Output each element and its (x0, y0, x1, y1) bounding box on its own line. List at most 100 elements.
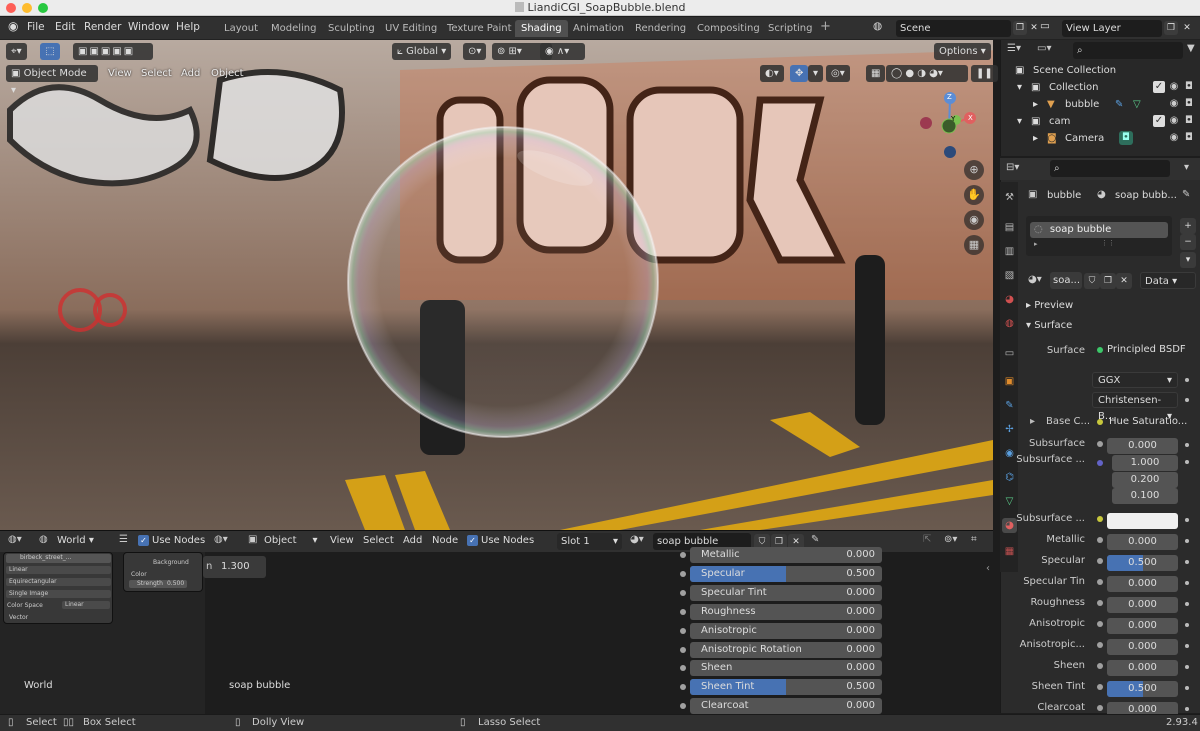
material-browse-icon[interactable]: ◕▾ (1028, 274, 1042, 285)
tab-compositing[interactable]: Compositing (691, 20, 766, 37)
tool-tab-icon[interactable]: ⚒ (1002, 190, 1017, 205)
selection-mode-icons[interactable]: ▣▣▣▣▣ (73, 43, 153, 60)
tab-rendering[interactable]: Rendering (629, 20, 692, 37)
tab-modeling[interactable]: Modeling (265, 20, 323, 37)
outliner-editor-icon[interactable]: ☰▾ (1007, 43, 1021, 54)
node-input-slider[interactable]: Metallic 0.000 (690, 547, 882, 563)
node-input-socket[interactable] (680, 570, 686, 577)
camera-render-icon[interactable]: ◘ (1183, 81, 1195, 93)
keyframe-dot[interactable] (1185, 560, 1189, 564)
expand-arrow-icon[interactable]: ▸ (1033, 96, 1038, 113)
subsurface-color-swatch[interactable] (1107, 513, 1178, 529)
keyframe-dot[interactable] (1185, 665, 1189, 669)
shading-mode-icons[interactable]: ◯ ● ◑ ◕▾ (886, 65, 968, 82)
strength-field[interactable]: Strength 0.500 (129, 580, 187, 588)
data-tab-icon[interactable]: ▽ (1002, 494, 1017, 509)
link-dropdown[interactable]: Data ▾ (1140, 272, 1196, 289)
prop-value-slider[interactable]: 0.000 (1107, 660, 1178, 676)
material-browse-icon[interactable]: ◕▾ (630, 534, 644, 545)
pan-hand-icon[interactable]: ✋ (964, 185, 984, 205)
prop-value-slider[interactable]: 0.500 (1107, 555, 1178, 571)
environment-texture-node[interactable]: birbeck_street_... Linear Equirectangula… (3, 552, 113, 624)
keyframe-dot[interactable] (1185, 398, 1189, 402)
node-overlay-icon[interactable]: ⌗ (971, 534, 977, 545)
delete-scene-icon[interactable]: ✕ (1028, 21, 1040, 35)
copy-view-layer-icon[interactable]: ❐ (1164, 21, 1178, 35)
delete-view-layer-icon[interactable]: ✕ (1181, 21, 1193, 35)
ior-value-field[interactable]: n 1.300 (203, 556, 266, 578)
options-dropdown[interactable]: Options ▾ (934, 43, 991, 60)
zoom-icon[interactable]: ⊕ (964, 160, 984, 180)
image-source-dropdown[interactable]: Single Image (6, 590, 111, 598)
expand-arrow-icon[interactable]: ▸ (1034, 240, 1038, 248)
overlays-icon[interactable]: ◎▾ (826, 65, 850, 82)
outliner-item-camera[interactable]: ▸ ◙ Camera ◘ ◉ ◘ (1001, 130, 1200, 147)
keyframe-dot[interactable] (1185, 518, 1189, 522)
world-editor-type-icon[interactable]: ◍▾ (8, 534, 22, 545)
filter-icon[interactable]: ▼ (1187, 43, 1195, 54)
output-tab-icon[interactable]: ▥ (1002, 244, 1017, 259)
node-input-slider[interactable]: Sheen Tint 0.500 (690, 679, 882, 696)
scene-tab-icon[interactable]: ◕ (1002, 292, 1017, 307)
slot-dropdown[interactable]: Slot 1 ▾ (557, 533, 622, 550)
visibility-icon[interactable]: ◐▾ (760, 65, 784, 82)
modifier-wrench-icon[interactable]: ✎ (1115, 96, 1123, 113)
keyframe-dot[interactable] (1185, 686, 1189, 690)
texture-tab-icon[interactable]: ▦ (1002, 544, 1017, 559)
world-type-dropdown[interactable]: World ▾ (57, 535, 94, 546)
prop-value-slider[interactable]: 0.000 (1107, 597, 1178, 613)
node-input-slider[interactable]: Anisotropic 0.000 (690, 622, 882, 639)
prop-value-slider[interactable]: 0.000 (1107, 438, 1178, 454)
keyframe-dot[interactable] (1185, 623, 1189, 627)
3d-viewport[interactable] (0, 40, 993, 530)
keyframe-dot[interactable] (1185, 707, 1189, 711)
sidebar-toggle-chevron-icon[interactable]: ‹ (986, 563, 990, 574)
gizmo-toggle-icon[interactable]: ✥ (790, 65, 809, 82)
pin-icon[interactable]: ✎ (1182, 189, 1190, 200)
resize-grip-icon[interactable]: ⋮⋮ (1101, 239, 1115, 247)
distribution-dropdown[interactable]: GGX ▾ (1092, 372, 1178, 388)
include-checkbox-icon[interactable]: ✓ (1153, 115, 1165, 127)
camera-render-icon[interactable]: ◘ (1183, 132, 1195, 144)
menu-render[interactable]: Render (84, 21, 121, 33)
base-color-input[interactable]: Hue Saturatio... (1109, 416, 1187, 427)
properties-search-input[interactable]: ⌕ (1050, 160, 1170, 177)
outliner-item-cam[interactable]: ▾ ▣ cam ✓ ◉ ◘ (1001, 113, 1200, 130)
shader-type-dropdown[interactable]: Object ▾ (264, 535, 318, 546)
render-tab-icon[interactable]: ▤ (1002, 220, 1017, 235)
surface-panel-header[interactable]: ▾ Surface (1026, 320, 1072, 331)
node-input-slider[interactable]: Sheen 0.000 (690, 660, 882, 677)
viewport-menu-object[interactable]: Object (211, 65, 244, 82)
expand-arrow-icon[interactable]: ▾ (1017, 113, 1022, 130)
constraints-tab-icon[interactable]: ⌬ (1002, 470, 1017, 485)
prop-value-slider[interactable]: 0.000 (1107, 534, 1178, 550)
menu-help[interactable]: Help (176, 21, 200, 33)
pivot-point-icon[interactable]: ⊙▾ (463, 43, 487, 60)
keyframe-dot[interactable] (1185, 378, 1189, 382)
tab-shading[interactable]: Shading (515, 20, 568, 37)
eye-icon[interactable]: ◉ (1168, 115, 1180, 127)
remove-slot-button[interactable]: − (1180, 234, 1196, 250)
keyframe-dot[interactable] (1185, 602, 1189, 606)
surface-shader-field[interactable]: Principled BSDF (1107, 344, 1186, 355)
xray-icon[interactable]: ▦ (866, 65, 886, 82)
scene-icon[interactable]: ◍ (873, 20, 882, 32)
tab-texture-paint[interactable]: Texture Paint (441, 20, 518, 37)
interpolation-dropdown[interactable]: Linear (6, 566, 111, 574)
material-slot-item[interactable]: ◌ soap bubble (1030, 222, 1168, 238)
node-input-slider[interactable]: Roughness 0.000 (690, 603, 882, 620)
hamburger-menu-icon[interactable]: ☰ (119, 534, 128, 545)
prop-value-slider[interactable]: 0.000 (1107, 639, 1178, 655)
tab-uv-editing[interactable]: UV Editing (379, 20, 443, 37)
copy-scene-icon[interactable]: ❐ (1013, 21, 1027, 35)
view-layer-tab-icon[interactable]: ▧ (1002, 268, 1017, 283)
keyframe-dot[interactable] (1185, 460, 1189, 464)
expand-arrow-icon[interactable]: ▸ (1033, 130, 1038, 147)
node-menu-node[interactable]: Node (432, 535, 458, 546)
unlink-material-icon[interactable]: ✕ (1116, 273, 1132, 289)
material-name-field[interactable]: soa... (1050, 272, 1082, 289)
material-tab-icon[interactable]: ◕ (1002, 518, 1017, 533)
prop-value-slider[interactable]: 0.000 (1107, 576, 1178, 592)
node-input-slider[interactable]: Specular 0.500 (690, 565, 882, 582)
outliner-item-collection[interactable]: ▾ ▣ Collection ✓ ◉ ◘ (1001, 79, 1200, 96)
